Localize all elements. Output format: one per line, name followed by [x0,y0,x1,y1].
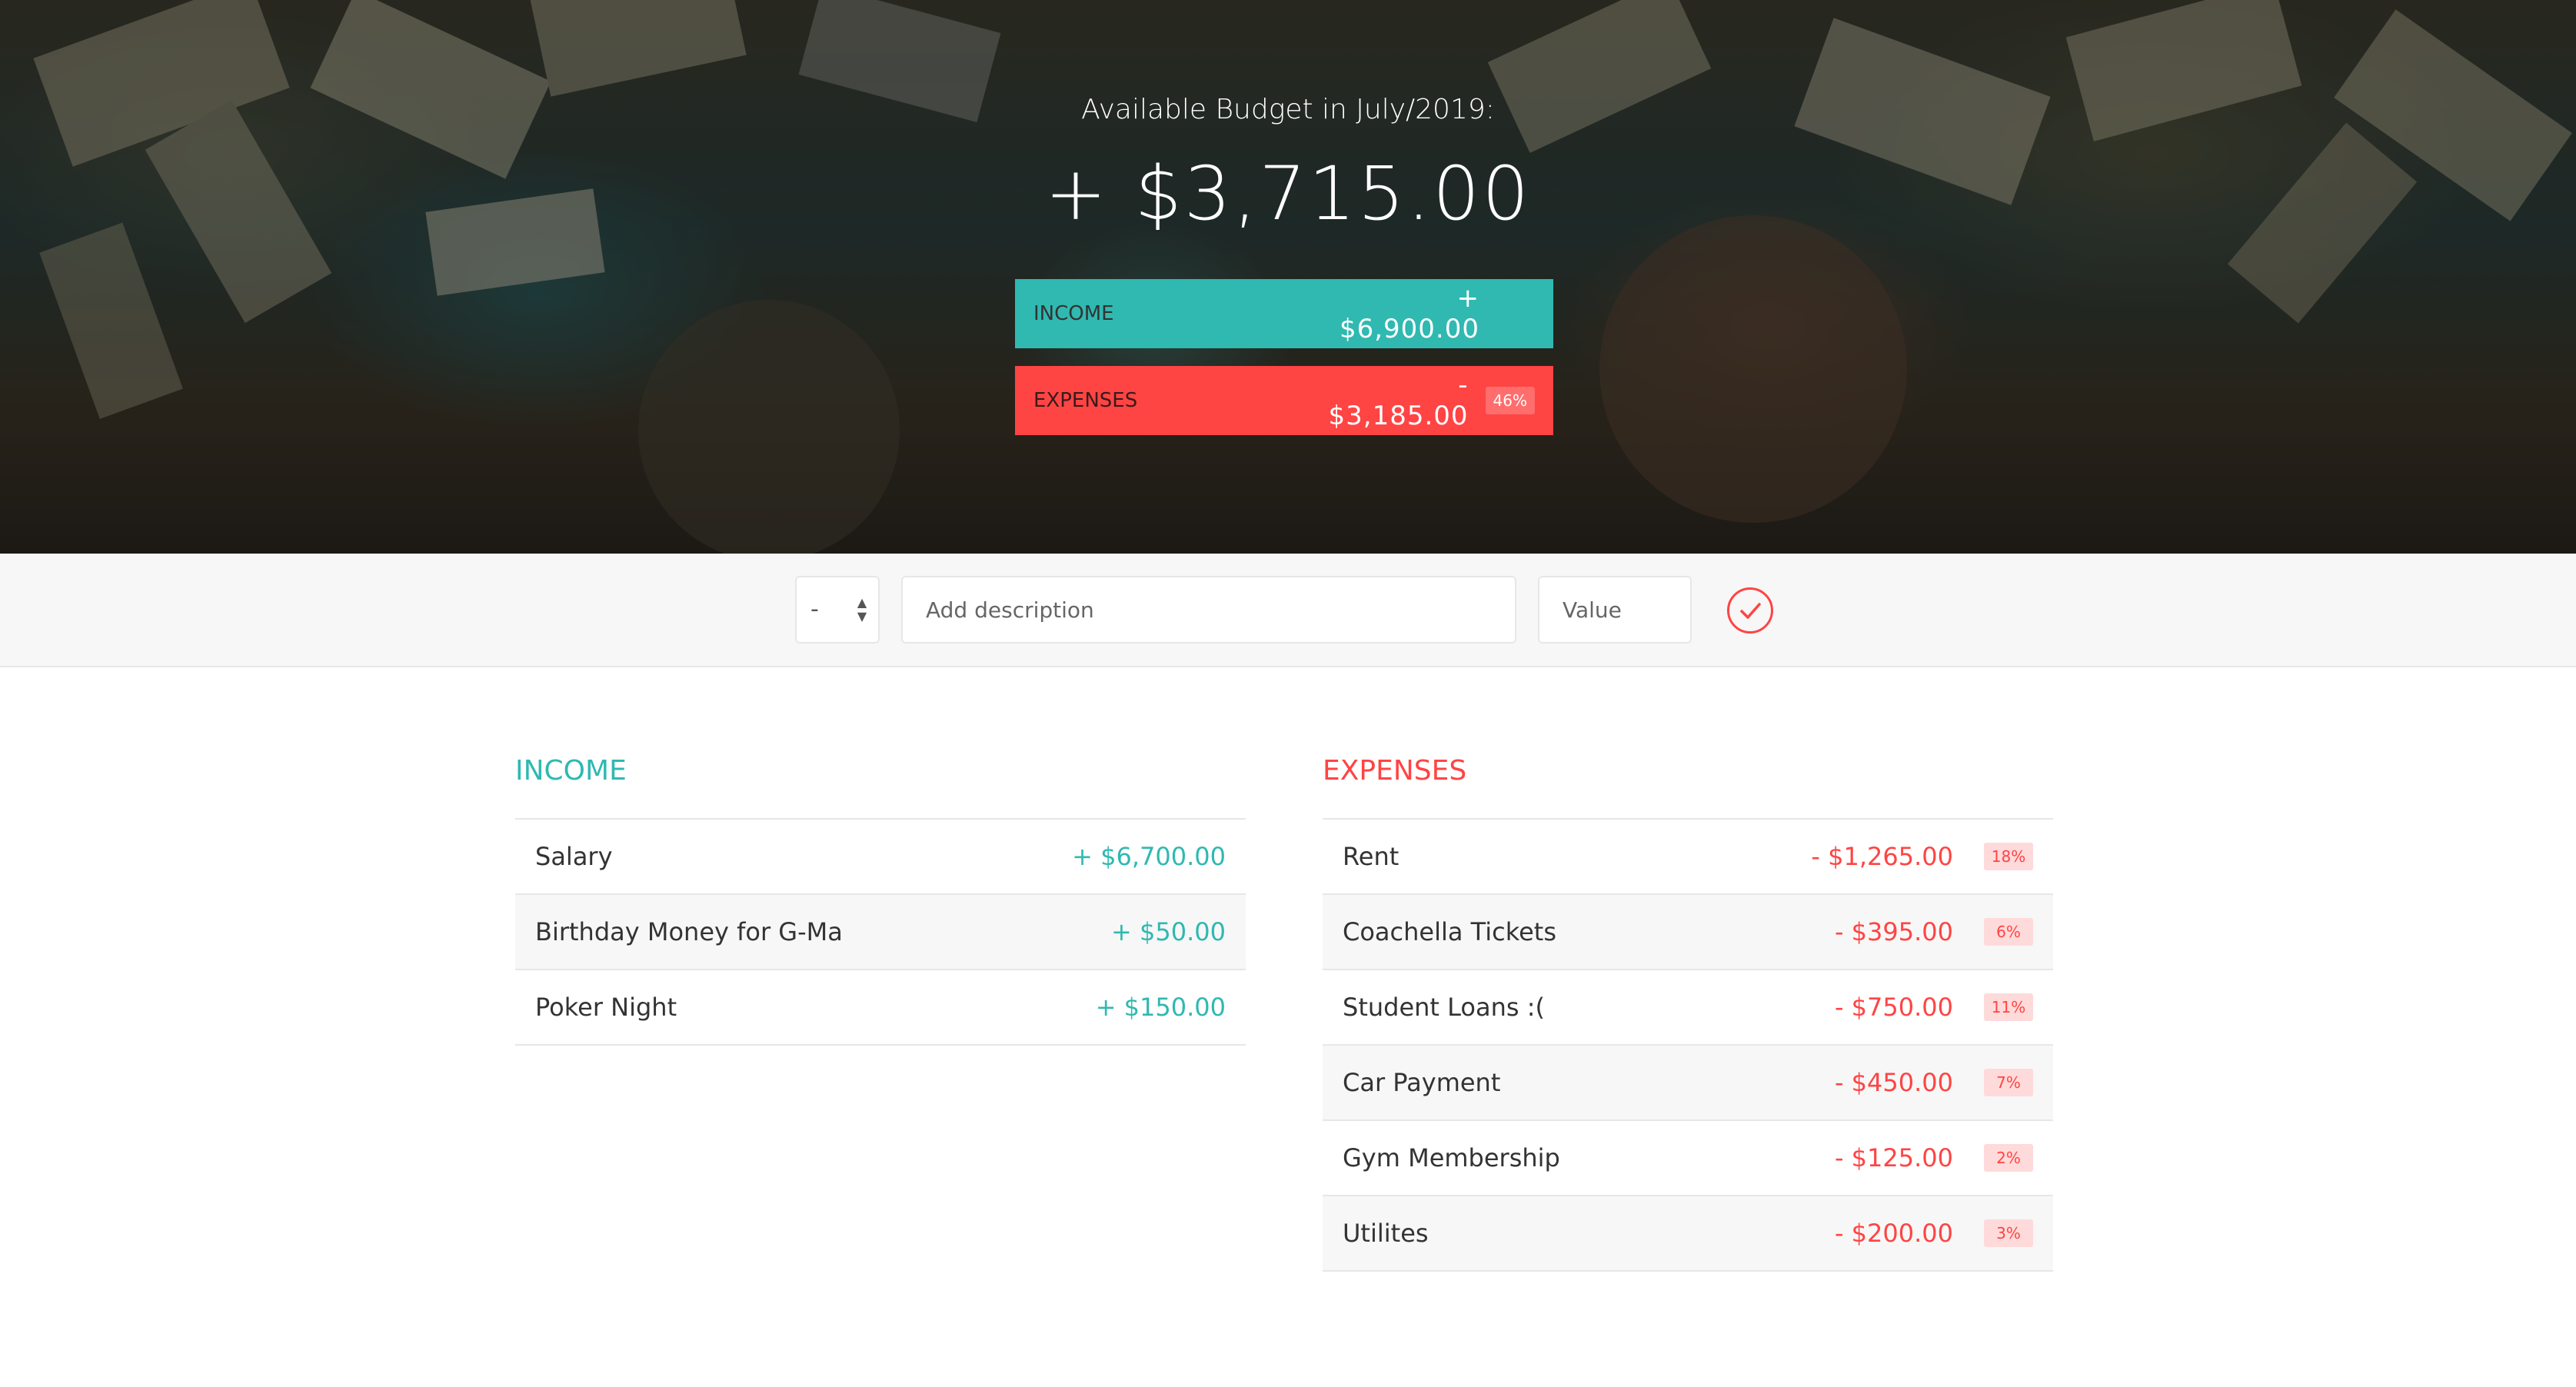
item-percentage-badge: 3% [1984,1219,2033,1247]
available-budget-value: + $3,715.00 [1044,151,1532,237]
add-item-button[interactable] [1727,587,1773,634]
item-value: - $200.00 [1834,1219,1953,1248]
expenses-summary-value: - $3,185.00 [1328,370,1469,431]
header-overlay [0,0,2576,554]
expense-item[interactable]: Utilites - $200.00 3% [1323,1196,2053,1272]
income-item[interactable]: Poker Night + $150.00 [515,970,1246,1046]
item-percentage-badge: 6% [1984,918,2033,946]
description-input[interactable] [901,576,1516,644]
item-description: Student Loans :( [1343,993,1545,1022]
item-percentage-badge: 18% [1984,843,2033,870]
item-value: - $125.00 [1834,1143,1953,1172]
income-summary-label: Income [1033,302,1114,325]
type-select-value: - [810,596,819,623]
income-summary-value: + $6,900.00 [1339,283,1479,344]
expenses-summary-label: Expenses [1033,389,1138,412]
item-description: Utilites [1343,1219,1429,1248]
income-item[interactable]: Birthday Money for G-Ma + $50.00 [515,895,1246,970]
item-description: Salary [535,842,613,871]
item-description: Birthday Money for G-Ma [535,917,843,946]
item-value: - $450.00 [1834,1068,1953,1097]
up-down-arrows-icon: ▲ ▼ [857,595,867,624]
expense-item[interactable]: Gym Membership - $125.00 2% [1323,1121,2053,1196]
expenses-list: Expenses Rent - $1,265.00 18% Coachella … [1323,753,2053,1272]
expenses-percentage-badge: 46% [1485,387,1535,414]
expense-item[interactable]: Student Loans :( - $750.00 11% [1323,970,2053,1046]
value-input[interactable] [1538,576,1692,644]
income-list-title: Income [515,753,1246,820]
item-value: - $750.00 [1834,993,1953,1022]
expense-item[interactable]: Rent - $1,265.00 18% [1323,820,2053,895]
budget-header: Available Budget in July/2019: + $3,715.… [0,0,2576,554]
income-summary: Income + $6,900.00 [1015,279,1553,348]
item-value: - $1,265.00 [1811,842,1953,871]
income-item[interactable]: Salary + $6,700.00 [515,820,1246,895]
expense-item[interactable]: Coachella Tickets - $395.00 6% [1323,895,2053,970]
expenses-list-title: Expenses [1323,753,2053,820]
add-item-bar: - ▲ ▼ [0,554,2576,667]
expenses-summary: Expenses - $3,185.00 46% [1015,366,1553,435]
item-value: - $395.00 [1834,917,1953,946]
item-description: Poker Night [535,993,677,1022]
item-description: Coachella Tickets [1343,917,1556,946]
checkmark-icon [1740,603,1761,619]
income-list: Income Salary + $6,700.00 Birthday Money… [515,753,1246,1046]
item-percentage-badge: 7% [1984,1069,2033,1096]
item-description: Gym Membership [1343,1143,1560,1172]
expense-item[interactable]: Car Payment - $450.00 7% [1323,1046,2053,1121]
item-description: Car Payment [1343,1068,1501,1097]
budget-title: Available Budget in July/2019: [1081,94,1495,125]
item-value: + $150.00 [1095,993,1226,1022]
item-percentage-badge: 11% [1984,993,2033,1021]
item-percentage-badge: 2% [1984,1144,2033,1172]
type-select[interactable]: - ▲ ▼ [795,576,880,644]
item-value: + $50.00 [1111,917,1226,946]
item-value: + $6,700.00 [1072,842,1226,871]
item-description: Rent [1343,842,1399,871]
